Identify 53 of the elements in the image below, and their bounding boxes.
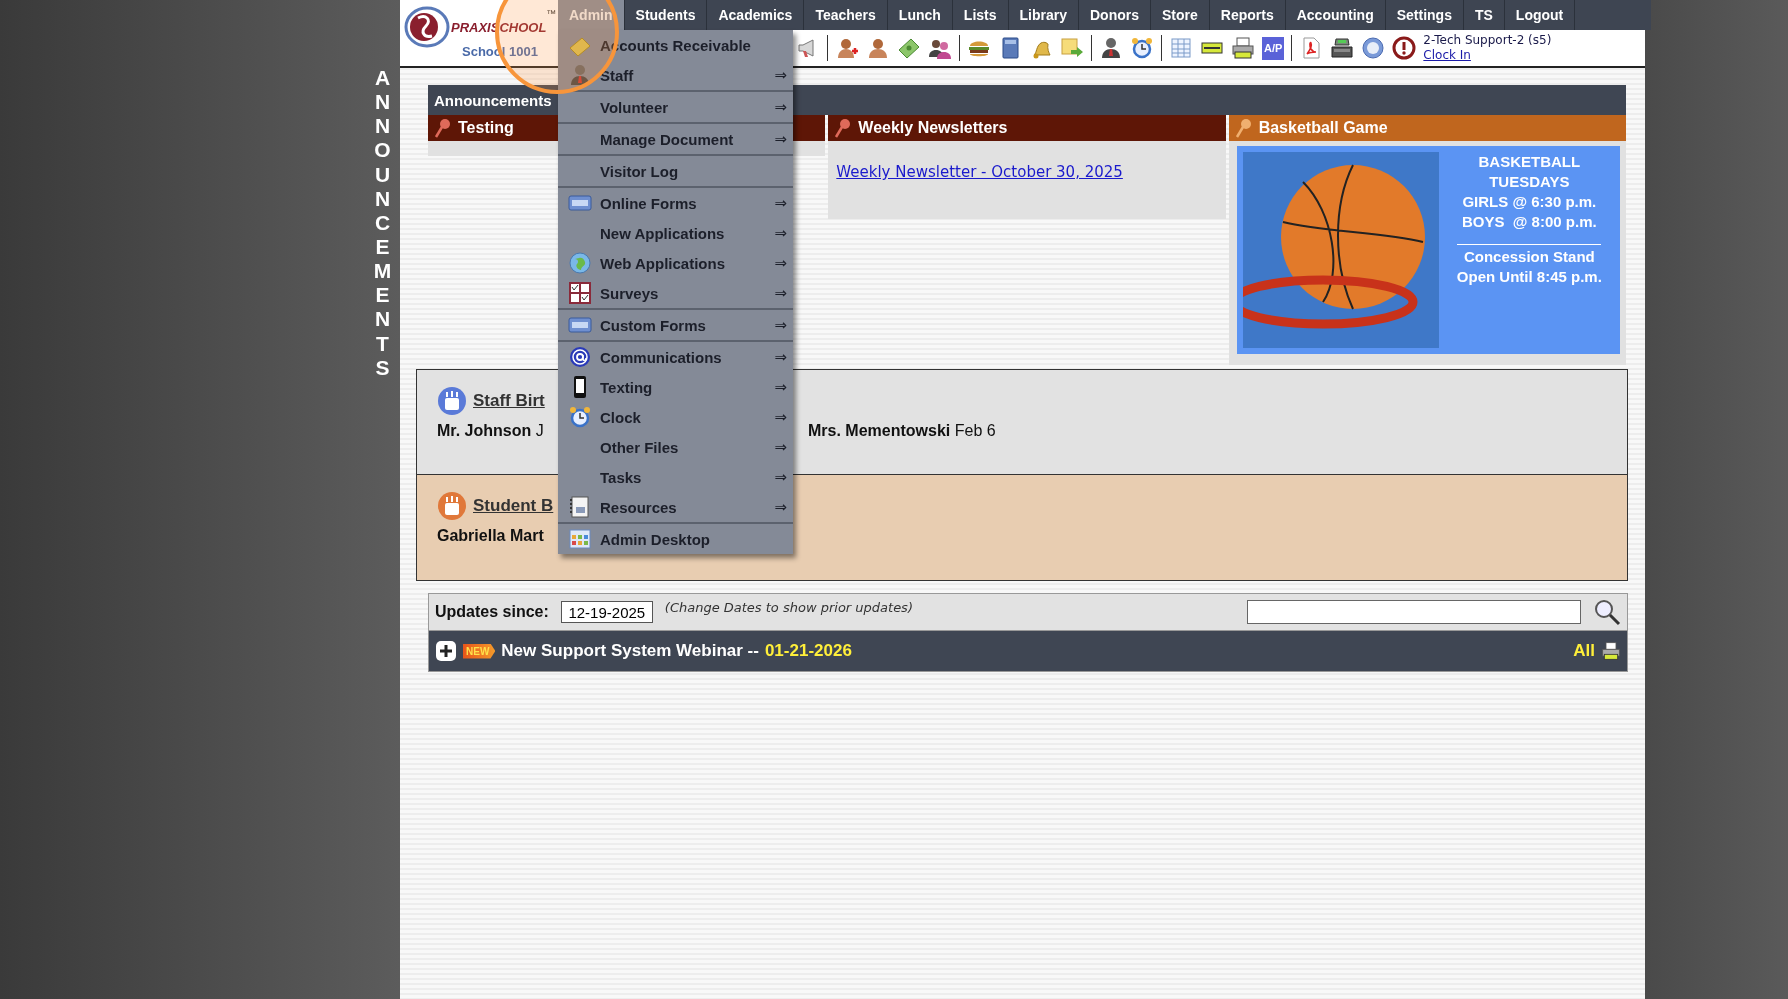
nav-tab[interactable]: Logout: [1504, 0, 1576, 30]
flyer-text: BOYS @ 8:00 p.m.: [1462, 212, 1597, 232]
menu-item[interactable]: Volunteer ⇒: [558, 92, 793, 122]
panel-title: Weekly Newsletters: [858, 119, 1008, 137]
flyer-text: Open Until 8:45 p.m.: [1456, 267, 1602, 287]
menu-item[interactable]: Other Files ⇒: [558, 432, 793, 462]
menu-item[interactable]: Communications ⇒: [558, 342, 793, 372]
user-name: 2-Tech Support-2 (s5): [1423, 33, 1553, 48]
side-banner-text: ANNOUNCEMENTS: [372, 66, 393, 380]
nav-tab[interactable]: Accounting: [1285, 0, 1386, 30]
flyer-text: Concession Stand: [1463, 247, 1595, 267]
menu-item[interactable]: Texting ⇒: [558, 372, 793, 402]
nav-tab[interactable]: Store: [1151, 0, 1210, 30]
all-link[interactable]: All: [1573, 641, 1595, 661]
update-title: New Support System Webinar --: [501, 641, 759, 661]
birthdays-link[interactable]: Staff Birt: [473, 391, 545, 411]
updates-label: Updates since:: [435, 603, 549, 621]
menu-item[interactable]: Online Forms ⇒: [558, 188, 793, 218]
birthdays-link[interactable]: Student B: [473, 496, 554, 516]
ap-button[interactable]: A/P: [1262, 36, 1285, 60]
menu-item[interactable]: Resources ⇒: [558, 492, 793, 522]
date-field[interactable]: 12-19-2025: [560, 601, 653, 623]
menu-item[interactable]: Clock ⇒: [558, 402, 793, 432]
new-badge: NEW: [463, 643, 496, 659]
hint-text: (Change Dates to show prior updates): [664, 600, 913, 615]
birthday-entry: Gabriella Mart: [437, 527, 544, 545]
birthday-entry: Mrs. Mementowski Feb 6: [808, 422, 996, 440]
menu-item[interactable]: Visitor Log: [558, 156, 793, 186]
panel-title: Testing: [458, 119, 514, 137]
nav-tab[interactable]: Teachers: [804, 0, 888, 30]
panel-title: Basketball Game: [1258, 119, 1388, 137]
menu-item[interactable]: Admin Desktop: [558, 524, 793, 554]
clock-in-link[interactable]: Clock In: [1423, 48, 1471, 62]
nav-tab[interactable]: Lists: [952, 0, 1009, 30]
newsletter-link[interactable]: Weekly Newsletter - October 30, 2025: [836, 163, 1123, 181]
menu-item[interactable]: Custom Forms ⇒: [558, 310, 793, 340]
menu-item[interactable]: Manage Document ⇒: [558, 124, 793, 154]
nav-tab[interactable]: Reports: [1209, 0, 1286, 30]
menu-item[interactable]: Surveys ⇒: [558, 278, 793, 308]
flyer-text: GIRLS @ 6:30 p.m.: [1462, 192, 1597, 212]
flyer-text: BASKETBALL: [1478, 152, 1581, 172]
trademark-sign: ™: [546, 8, 557, 19]
birthday-entry: Mr. Johnson J: [437, 422, 544, 440]
nav-tab[interactable]: TS: [1463, 0, 1505, 30]
update-date: 01-21-2026: [764, 641, 852, 661]
nav-tab[interactable]: Settings: [1385, 0, 1464, 30]
flyer-text: TUESDAYS: [1489, 172, 1570, 192]
menu-item[interactable]: Tasks ⇒: [558, 462, 793, 492]
nav-tab[interactable]: Donors: [1079, 0, 1151, 30]
menu-item[interactable]: Web Applications ⇒: [558, 248, 793, 278]
nav-tab[interactable]: Library: [1008, 0, 1079, 30]
menu-item[interactable]: New Applications ⇒: [558, 218, 793, 248]
nav-tab[interactable]: Lunch: [887, 0, 953, 30]
